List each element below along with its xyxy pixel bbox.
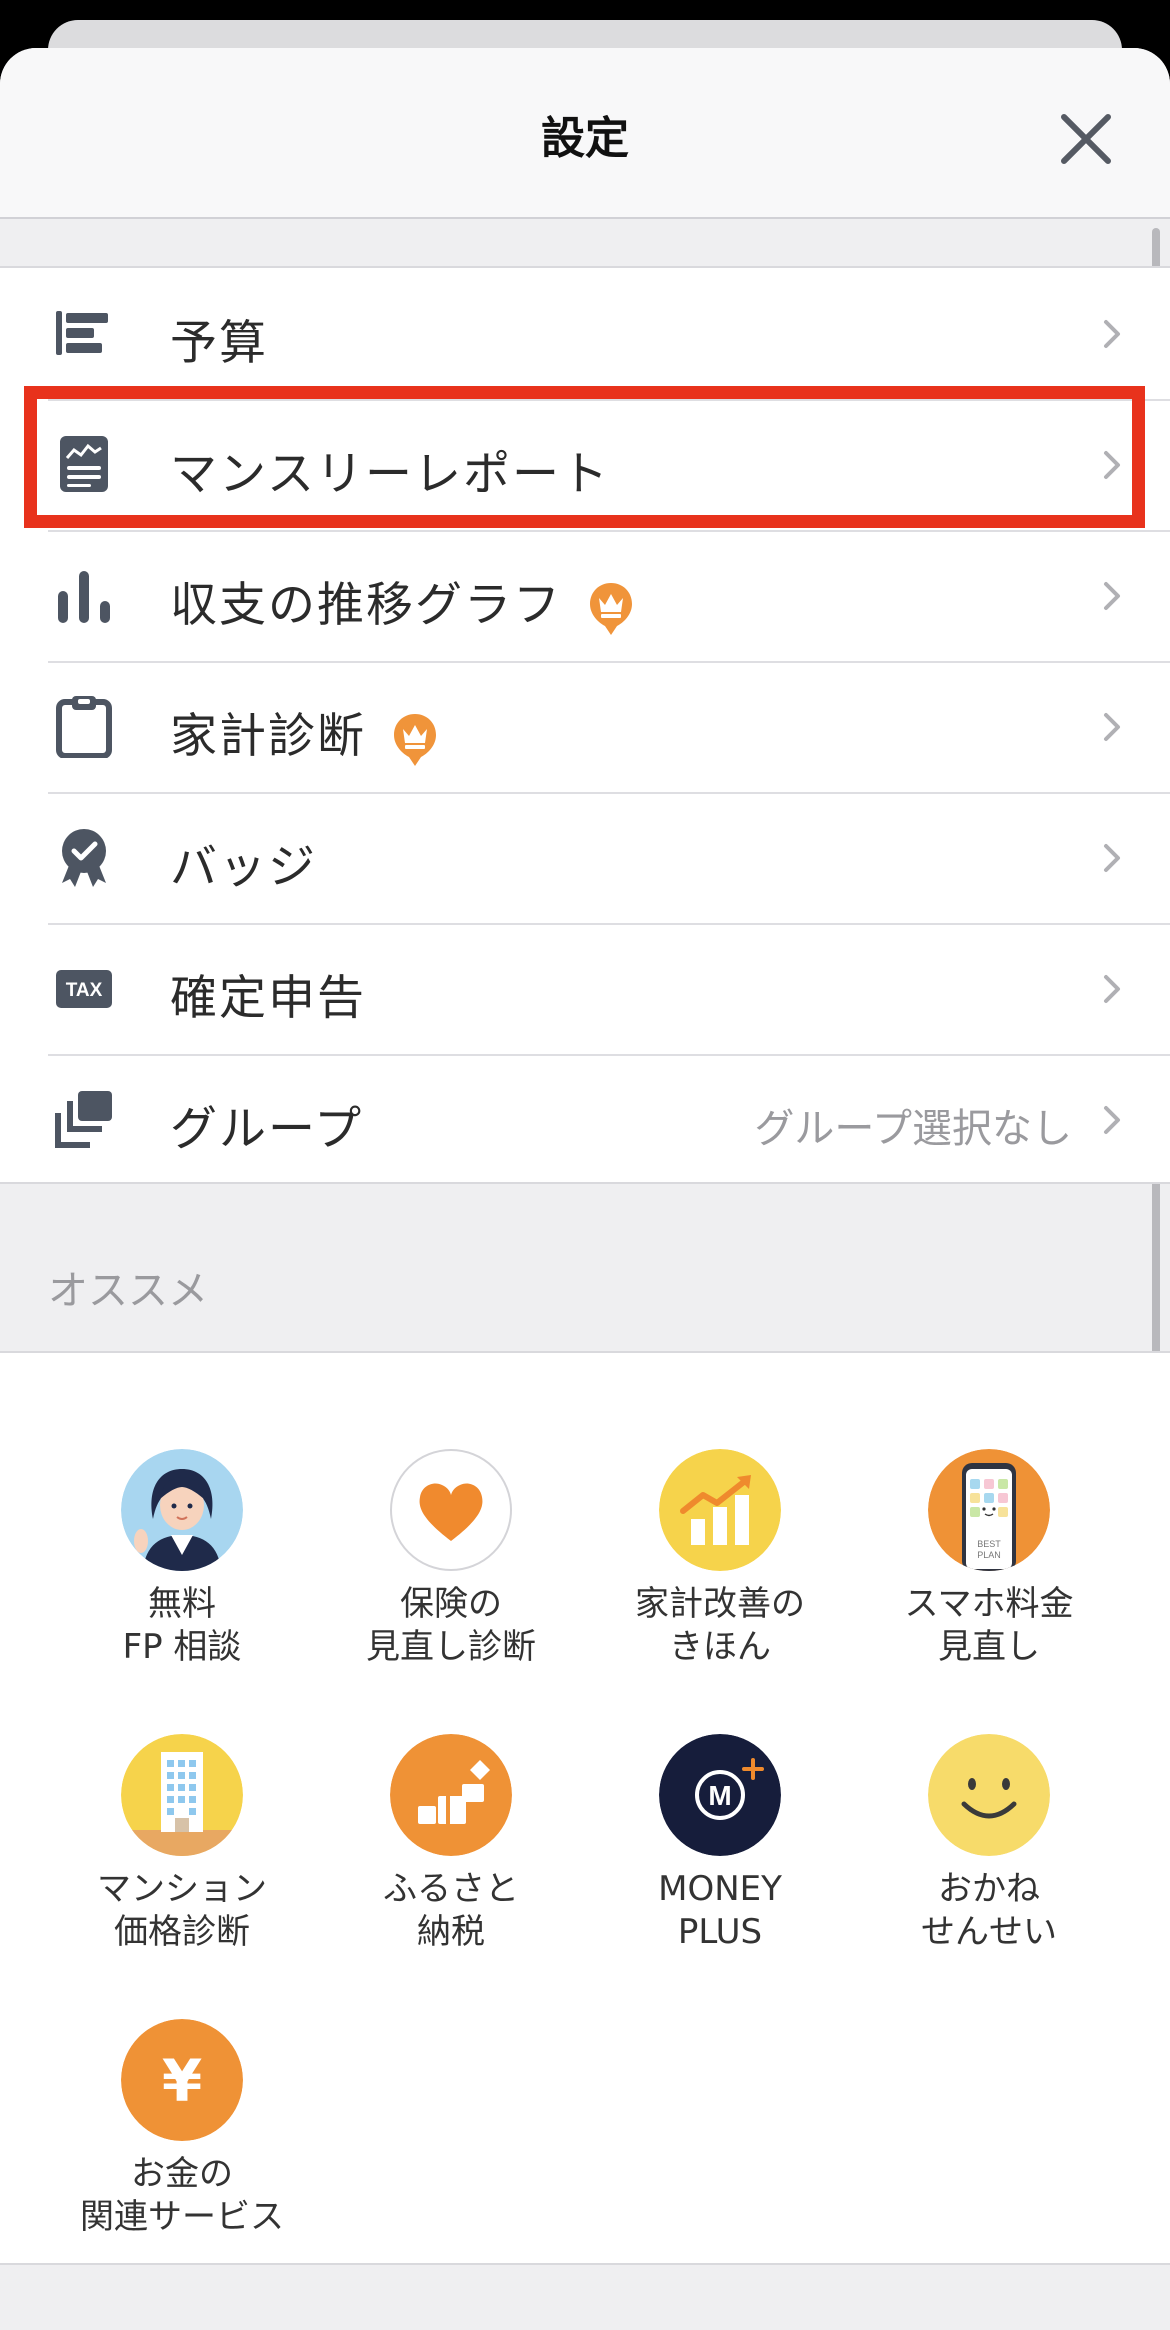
- settings-item-label: グループ: [170, 1102, 364, 1157]
- chevron-right-icon: [1104, 713, 1120, 741]
- recommend-item-label: MONEY PLUS: [658, 1869, 782, 1952]
- settings-item-label: バッジ: [170, 840, 317, 895]
- settings-item-budget[interactable]: 予算: [0, 268, 1170, 399]
- yen-icon: ¥: [121, 2019, 243, 2141]
- recommend-item-label: お金の 関連サービス: [80, 2154, 284, 2237]
- recommend-item-label: スマホ料金 見直し: [904, 1584, 1074, 1667]
- money-plus-icon: M: [659, 1734, 781, 1856]
- recommend-item-smartphone-plan[interactable]: BEST PLAN スマホ料金 見直し: [864, 1449, 1114, 1669]
- recommend-item-fp-consult[interactable]: 無料 FP 相談: [57, 1449, 307, 1669]
- section-header-recommend: オススメ: [48, 1268, 208, 1314]
- chevron-right-icon: [1104, 320, 1120, 348]
- settings-item-label: 予算: [170, 316, 268, 371]
- settings-item-trend-graph[interactable]: 収支の推移グラフ: [0, 530, 1170, 661]
- hometown-tax-boxes-icon: [390, 1734, 512, 1856]
- premium-crown-icon: [590, 582, 632, 635]
- recommend-item-money-plus[interactable]: M MONEY PLUS: [595, 1734, 845, 1954]
- chevron-right-icon: [1104, 975, 1120, 1003]
- advisor-woman-icon: [121, 1449, 243, 1571]
- settings-item-household-diagnosis[interactable]: 家計診断: [0, 661, 1170, 792]
- tax-icon: TAX: [56, 970, 112, 1008]
- chevron-right-icon: [1104, 844, 1120, 872]
- apartment-building-icon: [121, 1734, 243, 1856]
- recommend-item-insurance-review[interactable]: 保険の 見直し診断: [326, 1449, 576, 1669]
- chevron-right-icon: [1104, 1106, 1120, 1134]
- yen-symbol: ¥: [162, 2047, 202, 2115]
- chevron-right-icon: [1104, 582, 1120, 610]
- plan-text: PLAN: [977, 1550, 1001, 1560]
- page-title: 設定: [541, 113, 629, 164]
- best-text: BEST: [977, 1539, 1001, 1549]
- recommend-item-label: 保険の 見直し診断: [366, 1584, 536, 1667]
- settings-item-badge[interactable]: バッジ: [0, 792, 1170, 923]
- settings-item-tax-return[interactable]: TAX 確定申告: [0, 923, 1170, 1054]
- sheet-header: 設定: [0, 48, 1170, 219]
- settings-item-label: 家計診断: [170, 697, 438, 768]
- smiley-face-icon: [928, 1734, 1050, 1856]
- recommend-item-label: ふるさと 納税: [383, 1869, 519, 1952]
- recommend-item-label: マンション 価格診断: [97, 1869, 267, 1952]
- close-icon[interactable]: [1054, 107, 1118, 171]
- recommend-item-money-teacher[interactable]: おかね せんせい: [864, 1734, 1114, 1954]
- settings-item-group[interactable]: グループ グループ選択なし: [0, 1054, 1170, 1185]
- bar-graph-icon: [58, 571, 110, 623]
- settings-sheet: 設定 予算 マンスリーレポート 収支の推移グラフ 家計診断 バッジ TAX 確定…: [0, 48, 1170, 2330]
- highlight-annotation: [24, 386, 1145, 528]
- recommend-item-label: おかね せんせい: [921, 1869, 1057, 1952]
- group-icon: [55, 1091, 112, 1148]
- premium-crown-icon: [394, 713, 436, 766]
- heart-icon: [390, 1449, 512, 1571]
- settings-item-label: 確定申告: [170, 971, 366, 1026]
- recommend-item-money-services[interactable]: ¥ お金の 関連サービス: [57, 2019, 307, 2239]
- recommend-grid: 無料 FP 相談 保険の 見直し診断 家計改善の きほん BEST PLAN ス…: [0, 1351, 1170, 2265]
- recommend-item-label: 無料 FP 相談: [122, 1584, 242, 1667]
- svg-text:TAX: TAX: [66, 980, 103, 1001]
- recommend-item-household-basics[interactable]: 家計改善の きほん: [595, 1449, 845, 1669]
- recommend-item-label: 家計改善の きほん: [635, 1584, 805, 1667]
- group-selection-value: グループ選択なし: [754, 1106, 1072, 1152]
- money-plus-letter: M: [708, 1780, 731, 1811]
- growth-chart-icon: [659, 1449, 781, 1571]
- clipboard-icon: [56, 696, 112, 758]
- badge-icon: [62, 829, 106, 887]
- recommend-item-apartment-price[interactable]: マンション 価格診断: [57, 1734, 307, 1954]
- settings-item-label: 収支の推移グラフ: [170, 566, 634, 637]
- smartphone-best-plan-icon: BEST PLAN: [928, 1449, 1050, 1571]
- recommend-item-hometown-tax[interactable]: ふるさと 納税: [326, 1734, 576, 1954]
- budget-bars-icon: [56, 311, 108, 355]
